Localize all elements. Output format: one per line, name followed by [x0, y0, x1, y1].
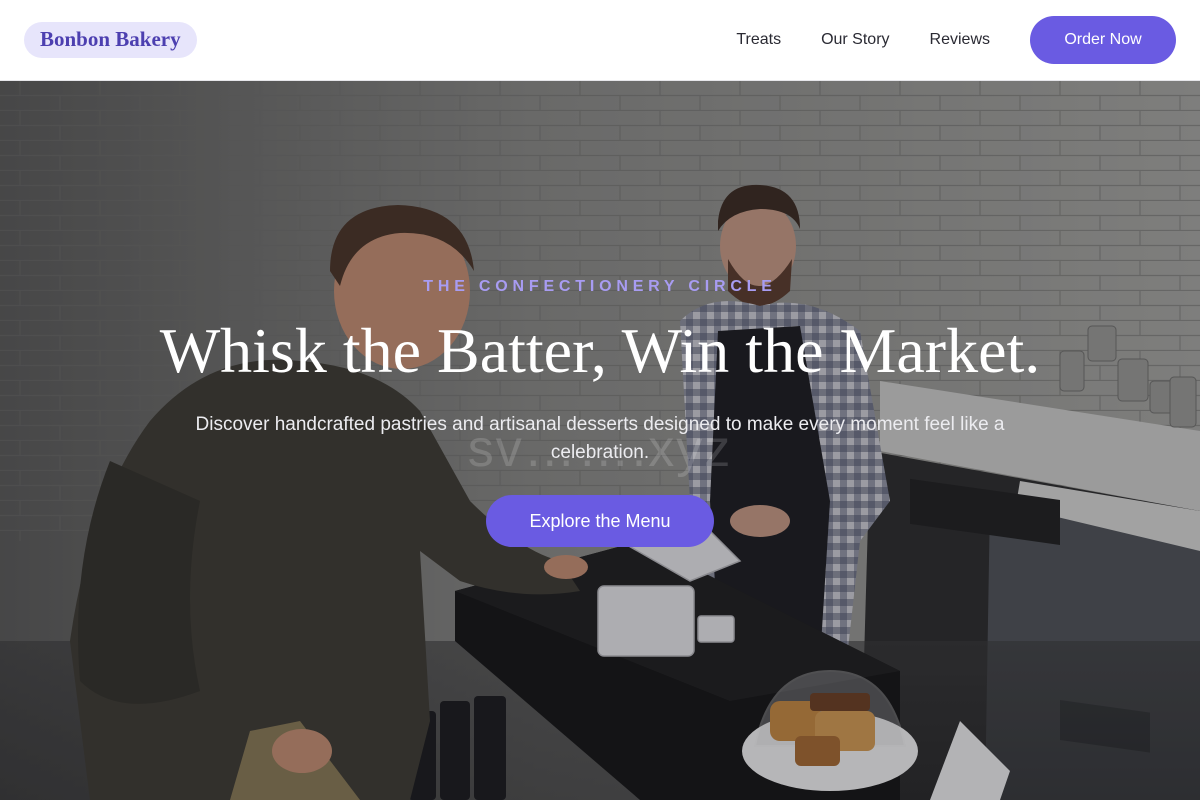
hero-headline: Whisk the Batter, Win the Market.: [159, 315, 1041, 386]
hero-section: sv…….xyz THE CONFECTIONERY CIRCLE Whisk …: [0, 81, 1200, 800]
hero-eyebrow: THE CONFECTIONERY CIRCLE: [423, 278, 777, 295]
order-now-button[interactable]: Order Now: [1030, 16, 1176, 64]
brand-logo[interactable]: Bonbon Bakery: [24, 22, 197, 58]
main-nav: Treats Our Story Reviews Order Now: [736, 16, 1176, 64]
nav-link-reviews[interactable]: Reviews: [930, 31, 990, 49]
explore-menu-button[interactable]: Explore the Menu: [486, 495, 714, 547]
nav-link-our-story[interactable]: Our Story: [821, 31, 889, 49]
site-header: Bonbon Bakery Treats Our Story Reviews O…: [0, 0, 1200, 81]
nav-link-treats[interactable]: Treats: [736, 31, 781, 49]
hero-subhead: Discover handcrafted pastries and artisa…: [195, 414, 1005, 463]
hero-content: THE CONFECTIONERY CIRCLE Whisk the Batte…: [150, 277, 1050, 547]
